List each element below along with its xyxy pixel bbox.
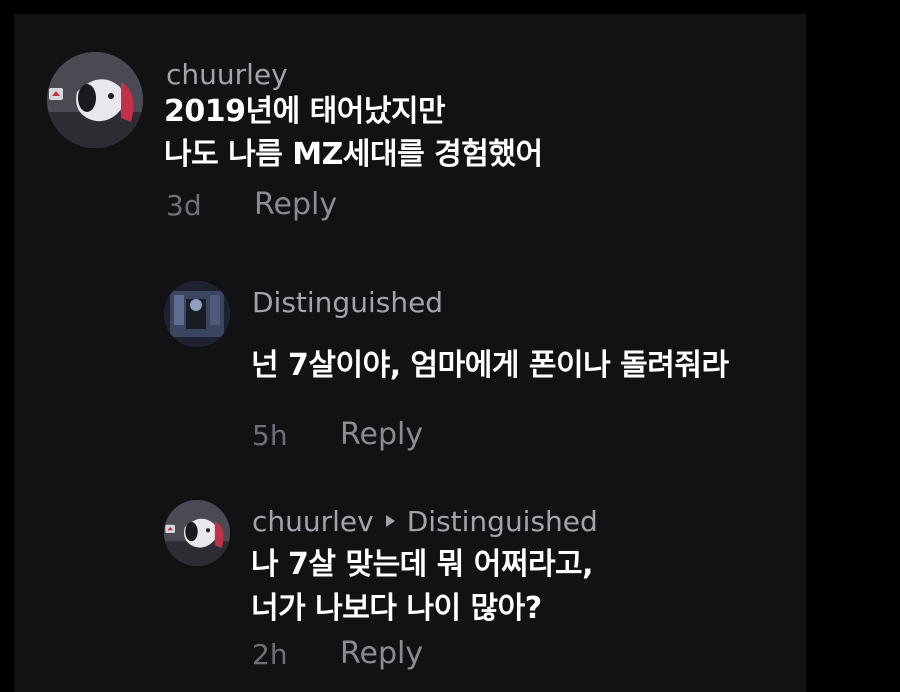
comment-timestamp: 2h: [252, 638, 288, 671]
comment-text-line: 2019년에 태어났지만: [164, 94, 446, 129]
comment-text-line: 넌 7살이야, 엄마에게 폰이나 돌려줘라: [251, 348, 729, 383]
reply-to-arrow-icon: [385, 515, 395, 527]
comment-text-line: 너가 나보다 나이 많아?: [251, 591, 542, 626]
reply-button[interactable]: Reply: [340, 420, 423, 450]
reply-button[interactable]: Reply: [254, 190, 337, 220]
reply-button[interactable]: Reply: [340, 639, 423, 669]
screenshot-stage: chuurley 2019년에 태어났지만 나도 나름 MZ세대를 경험했어 3…: [0, 0, 900, 692]
snoopy-avatar-graphic: [164, 500, 230, 566]
comment-timestamp: 5h: [252, 419, 288, 452]
reply-to-username[interactable]: Distinguished: [407, 505, 598, 538]
comment-username[interactable]: chuurlev: [252, 505, 374, 538]
comment-username[interactable]: chuurley: [166, 61, 288, 89]
comment-timestamp: 3d: [166, 189, 202, 222]
comment-username[interactable]: Distinguished: [252, 289, 443, 317]
snoopy-avatar-icon[interactable]: [164, 500, 230, 566]
snoopy-avatar-icon[interactable]: [47, 52, 143, 148]
comment-text-line: 나 7살 맞는데 뭐 어쩌라고,: [251, 547, 594, 582]
dark-photo-avatar-icon[interactable]: [164, 281, 230, 347]
reply-header: chuurlev Distinguished: [252, 508, 598, 536]
comment-text-line: 나도 나름 MZ세대를 경험했어: [164, 137, 543, 172]
dark-photo-avatar-graphic: [164, 281, 230, 347]
snoopy-avatar-graphic: [47, 52, 143, 148]
